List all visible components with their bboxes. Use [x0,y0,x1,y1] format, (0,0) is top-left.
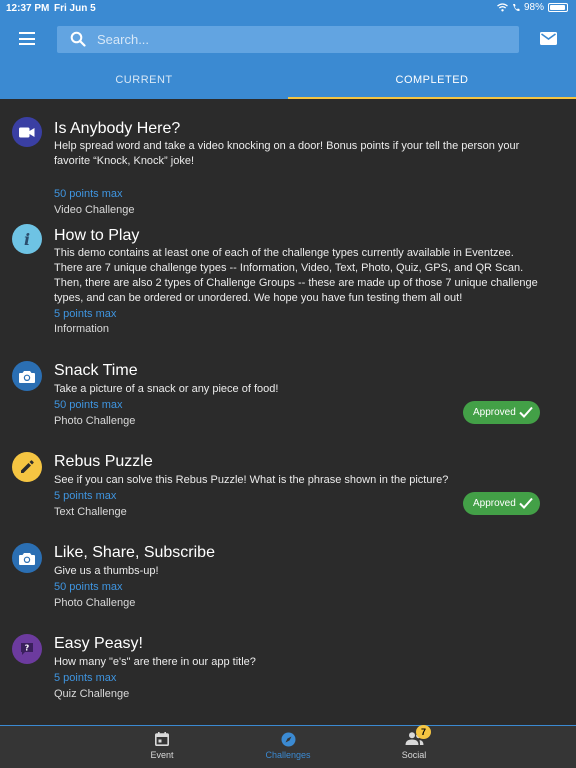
status-badge-label: Approved [473,498,516,509]
people-icon [359,732,469,745]
status-badge: Approved [463,401,540,424]
notification-badge: 7 [416,725,431,739]
status-bar: 12:37 PM Fri Jun 5 98% [0,0,576,16]
calendar-icon [107,732,217,746]
compass-icon [233,732,343,747]
nav-challenges[interactable]: Challenges [233,726,343,768]
camera-icon [12,543,42,573]
video-camera-icon [12,117,42,147]
challenge-description: Give us a thumbs-up! [54,565,159,577]
tab-bar: CURRENT COMPLETED [0,62,576,99]
mail-icon[interactable] [540,32,557,45]
challenge-title: How to Play [54,227,140,244]
challenge-title: Rebus Puzzle [54,453,153,470]
pencil-icon [12,452,42,482]
challenge-title: Like, Share, Subscribe [54,544,215,561]
svg-text:?: ? [25,644,30,653]
camera-icon [12,361,42,391]
challenge-points: 5 points max [54,490,117,502]
nav-challenges-label: Challenges [265,750,311,760]
menu-icon[interactable] [19,32,35,45]
tab-current[interactable]: CURRENT [0,62,288,99]
search-input[interactable] [97,26,497,53]
info-icon: i [12,224,42,254]
nav-event[interactable]: Event [107,726,217,768]
challenge-type: Photo Challenge [54,597,136,609]
challenge-points: 50 points max [54,399,123,411]
challenge-points: 50 points max [54,188,123,200]
challenge-list: Is Anybody Here? Help spread word and ta… [0,100,576,725]
challenge-points: 50 points max [54,581,123,593]
challenge-points: 5 points max [54,308,117,320]
status-date: Fri Jun 5 [54,3,96,14]
battery-icon [548,3,568,12]
checkmark-icon [519,406,533,418]
challenge-points: 5 points max [54,672,117,684]
challenge-type: Text Challenge [54,506,127,518]
challenge-description: See if you can solve this Rebus Puzzle! … [54,474,449,486]
phone-icon [512,4,520,12]
question-icon: ? [12,634,42,664]
tab-completed[interactable]: COMPLETED [288,62,576,99]
bottom-nav: Event Challenges Social [0,725,576,768]
challenge-title: Is Anybody Here? [54,120,181,137]
status-badge-label: Approved [473,407,516,418]
challenge-type: Photo Challenge [54,415,136,427]
challenge-title: Snack Time [54,362,138,379]
nav-social[interactable]: Social [359,726,469,768]
challenge-description: How many "e's" are there in our app titl… [54,656,256,668]
checkmark-icon [519,497,533,509]
challenge-description: Take a picture of a snack or any piece o… [54,383,279,395]
status-right: 98% [497,2,568,13]
wifi-icon [497,3,508,12]
search-bar[interactable] [57,26,519,53]
challenge-description: This demo contains at least one of each … [54,247,538,304]
search-icon [70,31,86,47]
challenge-type: Information [54,323,110,335]
challenge-title: Easy Peasy! [54,635,143,652]
challenge-description: Help spread word and take a video knocki… [54,140,520,167]
status-badge: Approved [463,492,540,515]
nav-social-label: Social [401,750,427,760]
challenge-type: Quiz Challenge [54,688,130,700]
app-bar: 12:37 PM Fri Jun 5 98% CURRENT COMPLETED [0,0,576,99]
challenge-type: Video Challenge [54,204,135,216]
status-time: 12:37 PM [6,3,50,14]
battery-percent: 98% [523,2,544,13]
nav-event-label: Event [150,750,174,760]
